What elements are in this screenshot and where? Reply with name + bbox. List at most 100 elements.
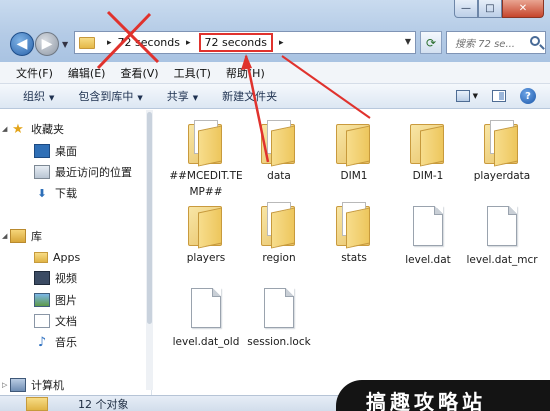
nav-item-apps[interactable]: Apps <box>34 248 80 266</box>
back-button[interactable]: ◀ <box>10 32 34 56</box>
menu-view[interactable]: 查看(V) <box>120 65 158 81</box>
recent-pages-dropdown[interactable]: ▼ <box>62 40 68 49</box>
video-icon <box>34 271 50 285</box>
help-icon[interactable]: ? <box>520 88 536 104</box>
folder-icon <box>188 202 224 249</box>
include-label: 包含到库中 <box>78 90 134 103</box>
address-bar[interactable]: ▸ 72 seconds ▸ 72 seconds ▸ ▼ <box>74 31 416 54</box>
file-name: data <box>267 170 291 182</box>
expand-arrow-icon[interactable]: ◢ <box>2 125 7 133</box>
new-folder-button[interactable]: 新建文件夹 <box>222 88 277 104</box>
maximize-button[interactable]: □ <box>478 0 502 18</box>
file-name: level.dat_old <box>172 336 240 348</box>
chevron-down-icon[interactable]: ▼ <box>473 92 478 100</box>
desktop-icon <box>34 144 50 158</box>
nav-item-desktop[interactable]: 桌面 <box>34 142 77 160</box>
picture-icon <box>34 293 50 307</box>
file-list: ##MCEDIT.TEMP## data DIM1 DIM-1 playerda… <box>153 110 550 395</box>
folder-icon <box>261 202 297 249</box>
nav-libraries[interactable]: ◢ 库 <box>2 227 42 245</box>
nav-item-videos[interactable]: 视频 <box>34 269 77 287</box>
file-item[interactable]: session.lock <box>241 288 317 350</box>
organize-button[interactable]: 组织 ▼ <box>23 88 54 104</box>
breadcrumb-separator[interactable]: ▸ <box>186 38 191 48</box>
minimize-button[interactable]: — <box>454 0 478 18</box>
folder-icon <box>336 120 372 167</box>
music-icon: ♪ <box>37 334 47 350</box>
file-icon <box>413 206 443 246</box>
folder-item[interactable]: DIM1 <box>316 120 392 184</box>
folder-item[interactable]: stats <box>316 202 392 266</box>
nav-scroll-thumb[interactable] <box>147 112 152 324</box>
nav-item-label: 下载 <box>55 187 77 200</box>
nav-item-label: 最近访问的位置 <box>55 166 132 179</box>
breadcrumb-item[interactable]: 72 seconds <box>118 36 180 49</box>
menu-edit[interactable]: 编辑(E) <box>68 65 106 81</box>
nav-favorites[interactable]: ◢ ★ 收藏夹 <box>2 120 64 138</box>
close-button[interactable]: ✕ <box>502 0 544 18</box>
breadcrumb-separator[interactable]: ▸ <box>279 38 284 48</box>
arrow-right-icon: ▶ <box>41 36 53 52</box>
nav-item-music[interactable]: ♪ 音乐 <box>34 333 77 351</box>
file-name: playerdata <box>473 170 531 182</box>
file-name: ##MCEDIT.TEMP## <box>169 170 243 198</box>
file-item[interactable]: level.dat_old <box>168 288 244 350</box>
folder-icon <box>261 120 297 167</box>
file-item[interactable]: level.dat <box>390 206 466 268</box>
file-name: region <box>262 252 296 264</box>
nav-item-recent[interactable]: 最近访问的位置 <box>34 163 132 181</box>
nav-item-pictures[interactable]: 图片 <box>34 291 77 309</box>
nav-computer-label: 计算机 <box>31 379 64 392</box>
nav-item-documents[interactable]: 文档 <box>34 312 77 330</box>
nav-item-label: 文档 <box>55 315 77 328</box>
file-item[interactable]: level.dat_mcr <box>464 206 540 268</box>
file-name: stats <box>341 252 367 264</box>
menu-file[interactable]: 文件(F) <box>16 65 53 81</box>
watermark: 搞趣攻略站 <box>336 380 550 411</box>
include-in-library-button[interactable]: 包含到库中 ▼ <box>78 88 142 104</box>
preview-pane-icon[interactable] <box>492 90 506 102</box>
menu-bar: 文件(F) 编辑(E) 查看(V) 工具(T) 帮助(H) <box>0 62 550 84</box>
chevron-down-icon: ▼ <box>137 94 143 102</box>
menu-tools[interactable]: 工具(T) <box>174 65 211 81</box>
nav-libraries-label: 库 <box>31 230 42 243</box>
chevron-down-icon[interactable]: ▼ <box>405 37 411 46</box>
nav-item-downloads[interactable]: ⬇ 下载 <box>34 184 77 202</box>
folder-item[interactable]: data <box>241 120 317 184</box>
folder-icon <box>79 36 95 49</box>
library-icon <box>10 229 26 243</box>
folder-icon <box>484 120 520 167</box>
nav-favorites-label: 收藏夹 <box>31 123 64 136</box>
item-count: 12 个对象 <box>78 397 129 411</box>
nav-item-label: 图片 <box>55 294 77 307</box>
refresh-button[interactable]: ⟳ <box>420 31 442 54</box>
folder-item[interactable]: playerdata <box>464 120 540 184</box>
recent-places-icon <box>34 165 50 179</box>
folder-item[interactable]: DIM-1 <box>390 120 466 184</box>
folder-icon <box>188 120 224 167</box>
nav-computer[interactable]: ▷ 计算机 <box>2 376 64 394</box>
file-name: level.dat_mcr <box>466 254 538 266</box>
refresh-icon: ⟳ <box>425 35 437 50</box>
file-name: DIM1 <box>340 170 368 182</box>
nav-item-label: 视频 <box>55 272 77 285</box>
expand-arrow-icon[interactable]: ◢ <box>2 232 7 240</box>
view-options-icon[interactable] <box>455 90 470 102</box>
search-input[interactable]: 搜索 72 se... <box>446 31 546 54</box>
forward-button[interactable]: ▶ <box>35 32 59 56</box>
folder-icon <box>34 251 48 263</box>
computer-icon <box>10 378 26 392</box>
expand-arrow-icon[interactable]: ▷ <box>2 381 7 389</box>
folder-item[interactable]: ##MCEDIT.TEMP## <box>168 120 244 200</box>
folder-item[interactable]: region <box>241 202 317 266</box>
share-button[interactable]: 共享 ▼ <box>167 88 198 104</box>
arrow-left-icon: ◀ <box>16 36 28 52</box>
command-bar: 组织 ▼ 包含到库中 ▼ 共享 ▼ 新建文件夹 ▼ ? <box>0 84 550 109</box>
chevron-down-icon: ▼ <box>192 94 199 102</box>
folder-item[interactable]: players <box>168 202 244 266</box>
search-icon[interactable] <box>530 36 540 46</box>
file-icon <box>487 206 517 246</box>
breadcrumb-separator[interactable]: ▸ <box>107 38 112 48</box>
breadcrumb-item-current[interactable]: 72 seconds <box>198 33 273 52</box>
menu-help[interactable]: 帮助(H) <box>226 65 265 81</box>
